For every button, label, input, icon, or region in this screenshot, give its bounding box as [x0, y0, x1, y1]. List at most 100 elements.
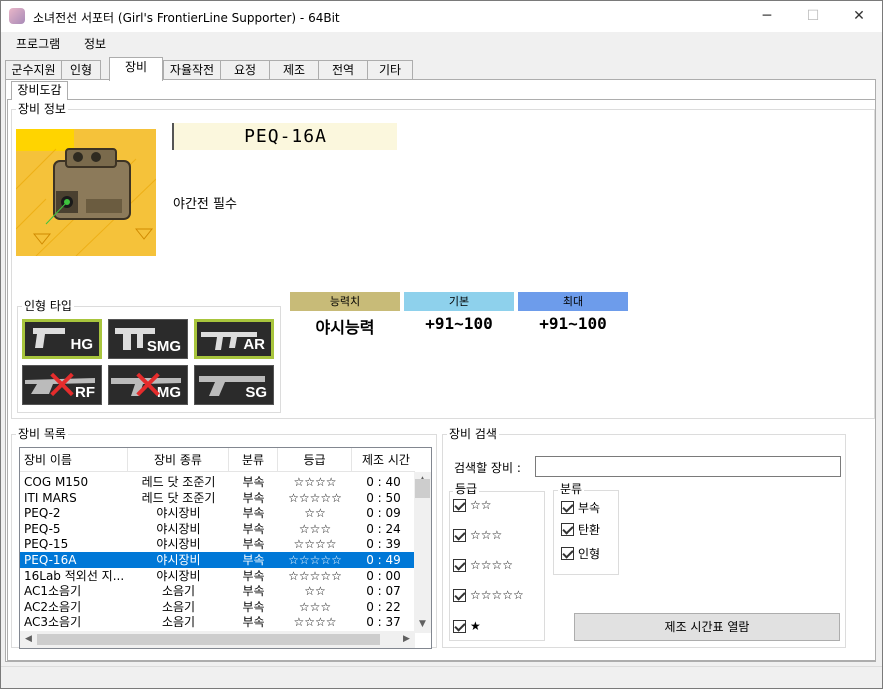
table-row[interactable]: AC1소음기 소음기 부속 ☆☆ 0 : 07: [20, 583, 415, 599]
search-input[interactable]: [535, 456, 841, 477]
menu-program[interactable]: 프로그램: [16, 35, 60, 52]
class-filter-part[interactable]: 부속: [561, 499, 600, 516]
doll-type-label: 인형 타입: [22, 299, 74, 313]
close-button[interactable]: ✕: [836, 1, 882, 32]
tab-auto-battle[interactable]: 자율작전: [163, 60, 221, 80]
doll-type-mg[interactable]: MG ✕: [108, 365, 188, 406]
equipment-list[interactable]: 장비 이름 장비 종류 분류 등급 제조 시간 COG M150 레드 닷 조준기…: [19, 447, 432, 649]
table-cell: 부속: [242, 615, 265, 630]
table-cell: 0 : 37: [366, 615, 401, 630]
class-filter-ammo[interactable]: 탄환: [561, 521, 600, 538]
scroll-down-icon[interactable]: ▼: [414, 616, 431, 633]
grade-3star-label: ☆☆☆: [470, 528, 503, 542]
tab-equipment-catalog[interactable]: 장비도감: [11, 81, 68, 100]
col-header-type[interactable]: 장비 종류: [128, 448, 229, 472]
table-cell: 부속: [242, 506, 265, 521]
menu-info[interactable]: 정보: [84, 35, 106, 52]
table-cell: ITI MARS: [24, 490, 77, 505]
table-row[interactable]: ITI MARS 레드 닷 조준기 부속 ☆☆☆☆☆ 0 : 50: [20, 490, 415, 506]
table-cell: ☆☆☆☆☆: [288, 553, 342, 567]
doll-type-rf[interactable]: RF ✕: [22, 363, 102, 409]
class-part-label: 부속: [578, 501, 601, 515]
table-row[interactable]: AC2소음기 소음기 부속 ☆☆☆ 0 : 22: [20, 599, 415, 615]
table-row[interactable]: PEQ-2 야시장비 부속 ☆☆ 0 : 09: [20, 505, 415, 521]
col-header-name[interactable]: 장비 이름: [20, 448, 128, 472]
checkbox-checked-icon[interactable]: [561, 523, 574, 536]
grade-filter-5star[interactable]: ☆☆☆☆☆: [453, 588, 524, 602]
tab-production[interactable]: 제조: [269, 60, 319, 80]
table-row[interactable]: PEQ-5 야시장비 부속 ☆☆☆ 0 : 24: [20, 521, 415, 537]
equipment-info-label: 장비 정보: [16, 102, 68, 116]
table-row[interactable]: AC3소음기 소음기 부속 ☆☆☆☆ 0 : 37: [20, 614, 415, 630]
checkbox-checked-icon[interactable]: [453, 588, 466, 602]
table-cell: 부속: [242, 599, 265, 614]
grade-filter-special[interactable]: ★: [453, 619, 481, 633]
table-cell: 소음기: [161, 615, 196, 630]
tab-logistics[interactable]: 군수지원: [5, 60, 62, 80]
table-row[interactable]: COG M150 레드 닷 조준기 부속 ☆☆☆☆ 0 : 40: [20, 474, 415, 490]
vertical-scroll-thumb[interactable]: [415, 479, 430, 498]
class-ammo-label: 탄환: [578, 523, 601, 537]
grade-special-label: ★: [470, 619, 481, 633]
table-cell: 야시장비: [156, 537, 201, 552]
menu-bar: 프로그램 정보: [1, 32, 882, 54]
list-horizontal-scrollbar[interactable]: ◀ ▶: [20, 631, 415, 648]
table-cell: 소음기: [161, 599, 196, 614]
minimize-button[interactable]: ─: [744, 1, 790, 32]
list-vertical-scrollbar[interactable]: ▲ ▼: [414, 472, 431, 633]
doll-type-sg[interactable]: SG: [194, 365, 274, 405]
tab-etc[interactable]: 기타: [367, 60, 413, 80]
tab-campaign[interactable]: 전역: [318, 60, 368, 80]
window-title: 소녀전선 서포터 (Girl's FrontierLine Supporter)…: [33, 11, 340, 25]
col-header-time[interactable]: 제조 시간: [352, 448, 415, 472]
grade-filter-2star[interactable]: ☆☆: [453, 498, 492, 512]
checkbox-checked-icon[interactable]: [561, 547, 574, 560]
checkbox-checked-icon[interactable]: [453, 498, 466, 512]
doll-type-ar[interactable]: AR: [194, 319, 274, 359]
table-cell: 0 : 24: [366, 521, 401, 536]
tab-equipment[interactable]: 장비: [109, 57, 163, 81]
checkbox-checked-icon[interactable]: [453, 619, 466, 633]
scroll-left-icon[interactable]: ◀: [20, 631, 37, 648]
table-cell: 0 : 00: [366, 568, 401, 583]
class-filter-doll[interactable]: 인형: [561, 545, 600, 562]
stat-value-ability: 야시능력: [315, 318, 375, 337]
table-cell: 부속: [242, 490, 265, 505]
table-cell: 소음기: [161, 584, 196, 599]
col-header-grade[interactable]: 등급: [278, 448, 352, 472]
table-row[interactable]: 16Lab 적외선 지... 야시장비 부속 ☆☆☆☆☆ 0 : 00: [20, 568, 415, 584]
doll-type-hg[interactable]: HG: [22, 319, 102, 359]
checkbox-checked-icon[interactable]: [561, 501, 574, 514]
production-timetable-button[interactable]: 제조 시간표 열람: [574, 613, 840, 641]
table-row[interactable]: PEQ-15 야시장비 부속 ☆☆☆☆ 0 : 39: [20, 536, 415, 552]
table-cell: 0 : 22: [366, 599, 401, 614]
horizontal-scroll-thumb[interactable]: [37, 634, 380, 645]
doll-type-smg-label: SMG: [146, 338, 181, 355]
maximize-button[interactable]: ☐: [790, 1, 836, 32]
doll-type-smg[interactable]: SMG: [108, 319, 188, 359]
table-row[interactable]: PEQ-16A 야시장비 부속 ☆☆☆☆☆ 0 : 49: [20, 551, 416, 569]
table-cell: AC2소음기: [24, 599, 82, 614]
class-filter-label: 분류: [558, 482, 585, 496]
table-cell: 0 : 09: [366, 506, 401, 521]
grade-filter-3star[interactable]: ☆☆☆: [453, 528, 502, 542]
table-cell: ☆☆☆☆: [293, 615, 337, 630]
app-icon: [9, 8, 25, 24]
tab-fairy[interactable]: 요정: [220, 60, 270, 80]
checkbox-checked-icon[interactable]: [453, 528, 466, 542]
scroll-right-icon[interactable]: ▶: [398, 631, 415, 648]
stat-header-ability: 능력치: [290, 292, 400, 311]
grade-filter-4star[interactable]: ☆☆☆☆: [453, 558, 513, 572]
table-cell: 16Lab 적외선 지...: [24, 568, 125, 583]
stat-header-base: 기본: [404, 292, 514, 311]
table-cell: 야시장비: [156, 568, 201, 583]
table-cell: 0 : 49: [366, 553, 401, 567]
disabled-cross-icon: ✕: [45, 363, 79, 409]
table-cell: ☆☆: [304, 506, 326, 521]
stat-value-base: +91~100: [425, 314, 493, 333]
table-cell: ☆☆☆: [298, 599, 332, 614]
table-cell: COG M150: [24, 475, 89, 489]
checkbox-checked-icon[interactable]: [453, 558, 466, 572]
col-header-class[interactable]: 분류: [229, 448, 278, 472]
tab-doll[interactable]: 인형: [61, 60, 101, 80]
